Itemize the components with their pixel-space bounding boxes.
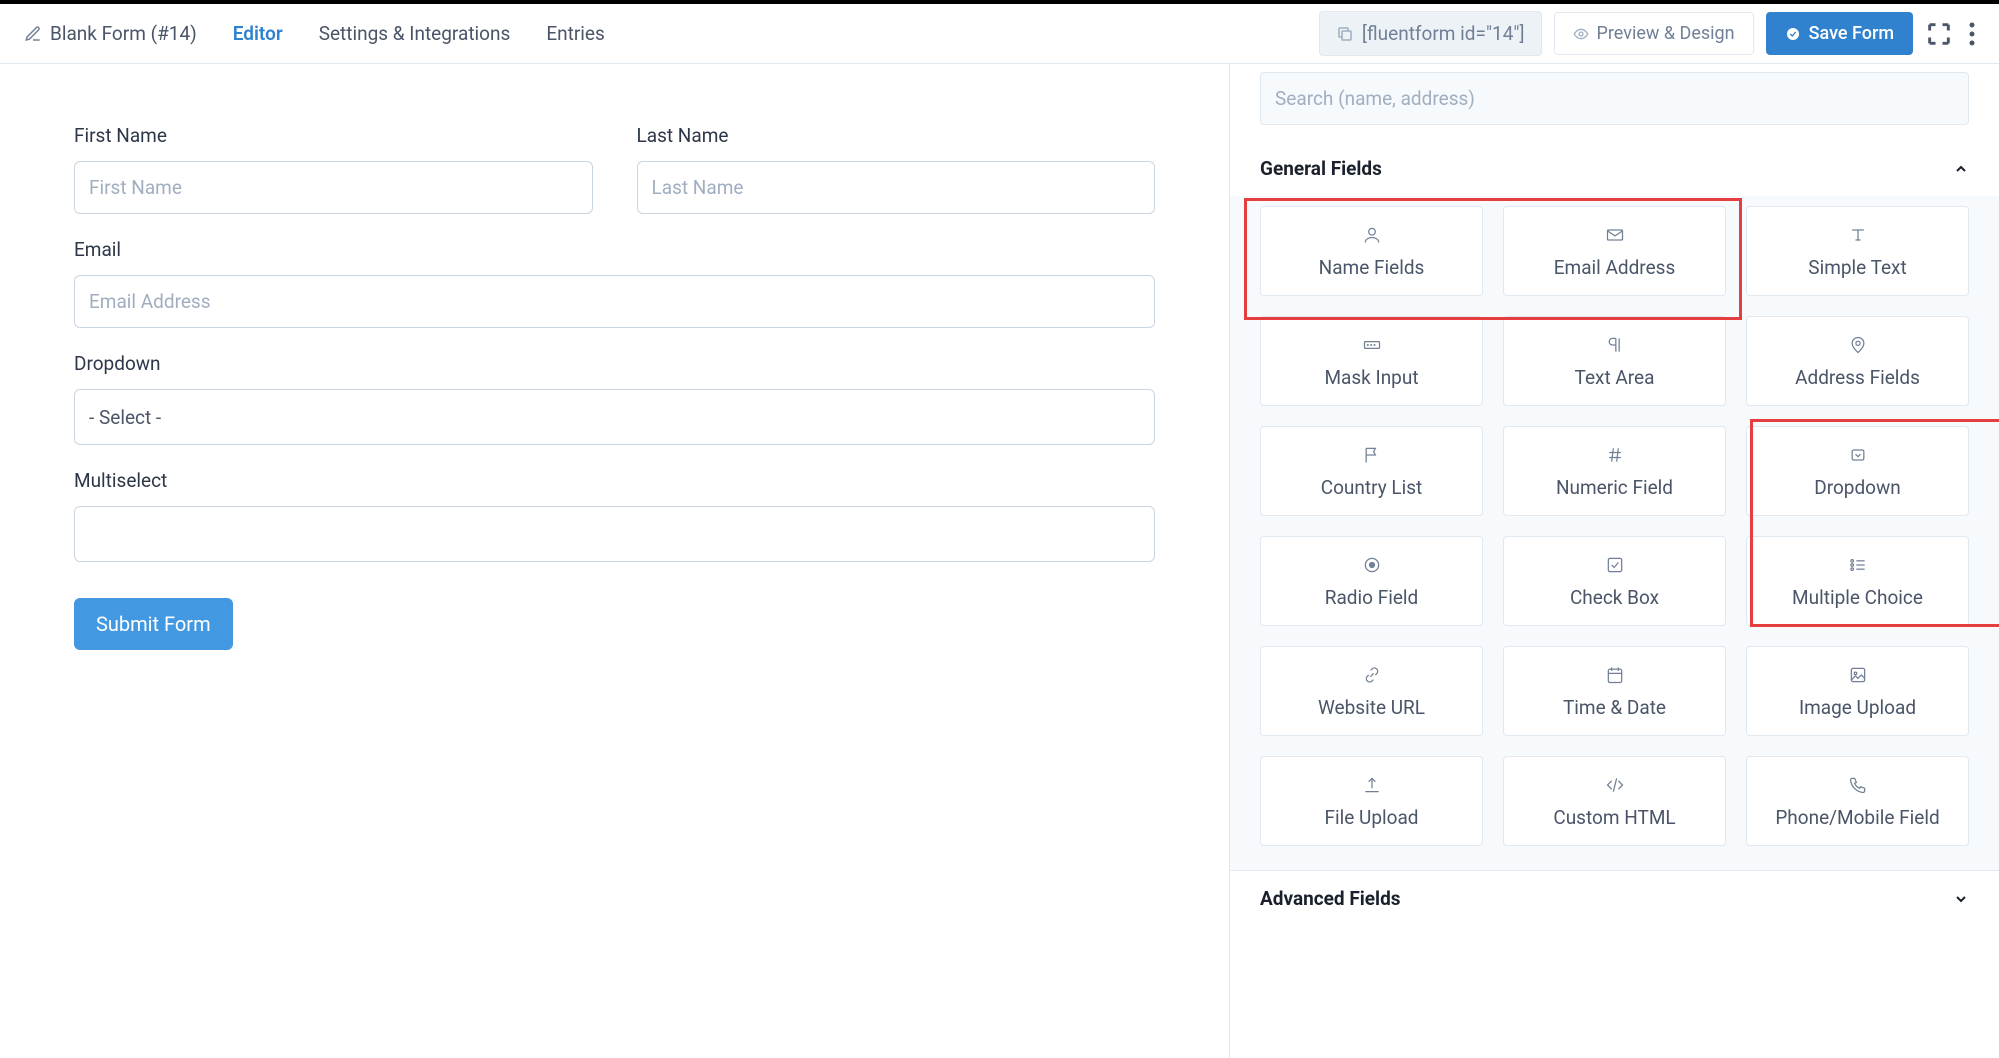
tile-image-upload[interactable]: Image Upload [1746, 646, 1969, 736]
tile-email-address[interactable]: Email Address [1503, 206, 1726, 296]
radio-icon [1362, 555, 1382, 575]
shortcode-box[interactable]: [fluentform id="14"] [1319, 11, 1542, 56]
tile-label: Check Box [1570, 586, 1659, 609]
tile-multiple-choice[interactable]: Multiple Choice [1746, 536, 1969, 626]
tile-label: Simple Text [1808, 256, 1906, 279]
dropdown-label: Dropdown [74, 352, 1155, 375]
tile-phone-field[interactable]: Phone/Mobile Field [1746, 756, 1969, 846]
search-input[interactable] [1260, 72, 1969, 125]
form-title-text: Blank Form (#14) [50, 22, 197, 45]
submit-button[interactable]: Submit Form [74, 598, 233, 650]
tile-name-fields[interactable]: Name Fields [1260, 206, 1483, 296]
dropdown-icon [1848, 445, 1868, 465]
tile-simple-text[interactable]: Simple Text [1746, 206, 1969, 296]
tile-file-upload[interactable]: File Upload [1260, 756, 1483, 846]
tile-label: Mask Input [1324, 366, 1418, 389]
code-icon [1605, 775, 1625, 795]
save-label: Save Form [1809, 23, 1894, 44]
chevron-up-icon [1953, 161, 1969, 177]
tile-check-box[interactable]: Check Box [1503, 536, 1726, 626]
dropdown-select[interactable]: - Select - [74, 389, 1155, 445]
tile-label: Name Fields [1319, 256, 1425, 279]
shortcode-text: [fluentform id="14"] [1362, 22, 1525, 45]
tile-mask-input[interactable]: Mask Input [1260, 316, 1483, 406]
field-grid: Name Fields Email Address Simple Text Ma… [1230, 196, 1999, 870]
nav-settings[interactable]: Settings & Integrations [319, 22, 511, 45]
tile-text-area[interactable]: Text Area [1503, 316, 1726, 406]
last-name-input[interactable] [637, 161, 1156, 214]
form-canvas: First Name Last Name Email Dropdown - Se… [0, 64, 1229, 1058]
tile-label: Image Upload [1799, 696, 1916, 719]
tile-label: Dropdown [1814, 476, 1901, 499]
save-button[interactable]: Save Form [1766, 12, 1913, 55]
map-pin-icon [1848, 335, 1868, 355]
person-icon [1362, 225, 1382, 245]
tile-time-date[interactable]: Time & Date [1503, 646, 1726, 736]
general-fields-title: General Fields [1260, 157, 1382, 180]
first-name-label: First Name [74, 124, 593, 147]
keyboard-icon [1362, 335, 1382, 355]
copy-icon [1336, 25, 1354, 43]
checkbox-icon [1605, 555, 1625, 575]
advanced-fields-header[interactable]: Advanced Fields [1230, 870, 1999, 926]
eye-icon [1573, 26, 1589, 42]
preview-button[interactable]: Preview & Design [1554, 12, 1754, 55]
image-icon [1848, 665, 1868, 685]
paragraph-icon [1605, 335, 1625, 355]
phone-icon [1848, 775, 1868, 795]
tile-label: Text Area [1575, 366, 1655, 389]
email-input[interactable] [74, 275, 1155, 328]
tile-custom-html[interactable]: Custom HTML [1503, 756, 1726, 846]
tile-address-fields[interactable]: Address Fields [1746, 316, 1969, 406]
upload-icon [1362, 775, 1382, 795]
calendar-icon [1605, 665, 1625, 685]
form-title[interactable]: Blank Form (#14) [24, 22, 197, 45]
tile-label: Email Address [1554, 256, 1676, 279]
text-cursor-icon [1848, 225, 1868, 245]
pencil-icon [24, 25, 42, 43]
tile-label: Numeric Field [1556, 476, 1673, 499]
tile-numeric-field[interactable]: Numeric Field [1503, 426, 1726, 516]
chevron-down-icon [1953, 891, 1969, 907]
preview-label: Preview & Design [1597, 23, 1735, 44]
tile-radio-field[interactable]: Radio Field [1260, 536, 1483, 626]
last-name-label: Last Name [637, 124, 1156, 147]
tile-label: Radio Field [1325, 586, 1418, 609]
check-circle-icon [1785, 26, 1801, 42]
app-header: Blank Form (#14) Editor Settings & Integ… [0, 4, 1999, 64]
multiselect-select[interactable] [74, 506, 1155, 562]
kebab-menu-icon[interactable] [1969, 20, 1975, 48]
envelope-icon [1605, 225, 1625, 245]
tile-label: Custom HTML [1553, 806, 1675, 829]
tile-label: Phone/Mobile Field [1775, 806, 1939, 829]
tile-label: Multiple Choice [1792, 586, 1923, 609]
nav-editor[interactable]: Editor [233, 22, 283, 45]
advanced-fields-title: Advanced Fields [1260, 887, 1401, 910]
tile-label: Country List [1321, 476, 1423, 499]
link-icon [1362, 665, 1382, 685]
multiselect-label: Multiselect [74, 469, 1155, 492]
hash-icon [1605, 445, 1625, 465]
tile-label: Time & Date [1563, 696, 1666, 719]
first-name-input[interactable] [74, 161, 593, 214]
general-fields-header[interactable]: General Fields [1230, 141, 1999, 196]
tile-label: Address Fields [1795, 366, 1920, 389]
nav-entries[interactable]: Entries [546, 22, 604, 45]
field-sidebar: General Fields Name Fields Email Address… [1229, 64, 1999, 1058]
email-label: Email [74, 238, 1155, 261]
tile-website-url[interactable]: Website URL [1260, 646, 1483, 736]
list-icon [1848, 555, 1868, 575]
tile-label: Website URL [1318, 696, 1425, 719]
flag-icon [1362, 445, 1382, 465]
tile-country-list[interactable]: Country List [1260, 426, 1483, 516]
tile-label: File Upload [1324, 806, 1418, 829]
fullscreen-icon[interactable] [1925, 20, 1953, 48]
tile-dropdown[interactable]: Dropdown [1746, 426, 1969, 516]
